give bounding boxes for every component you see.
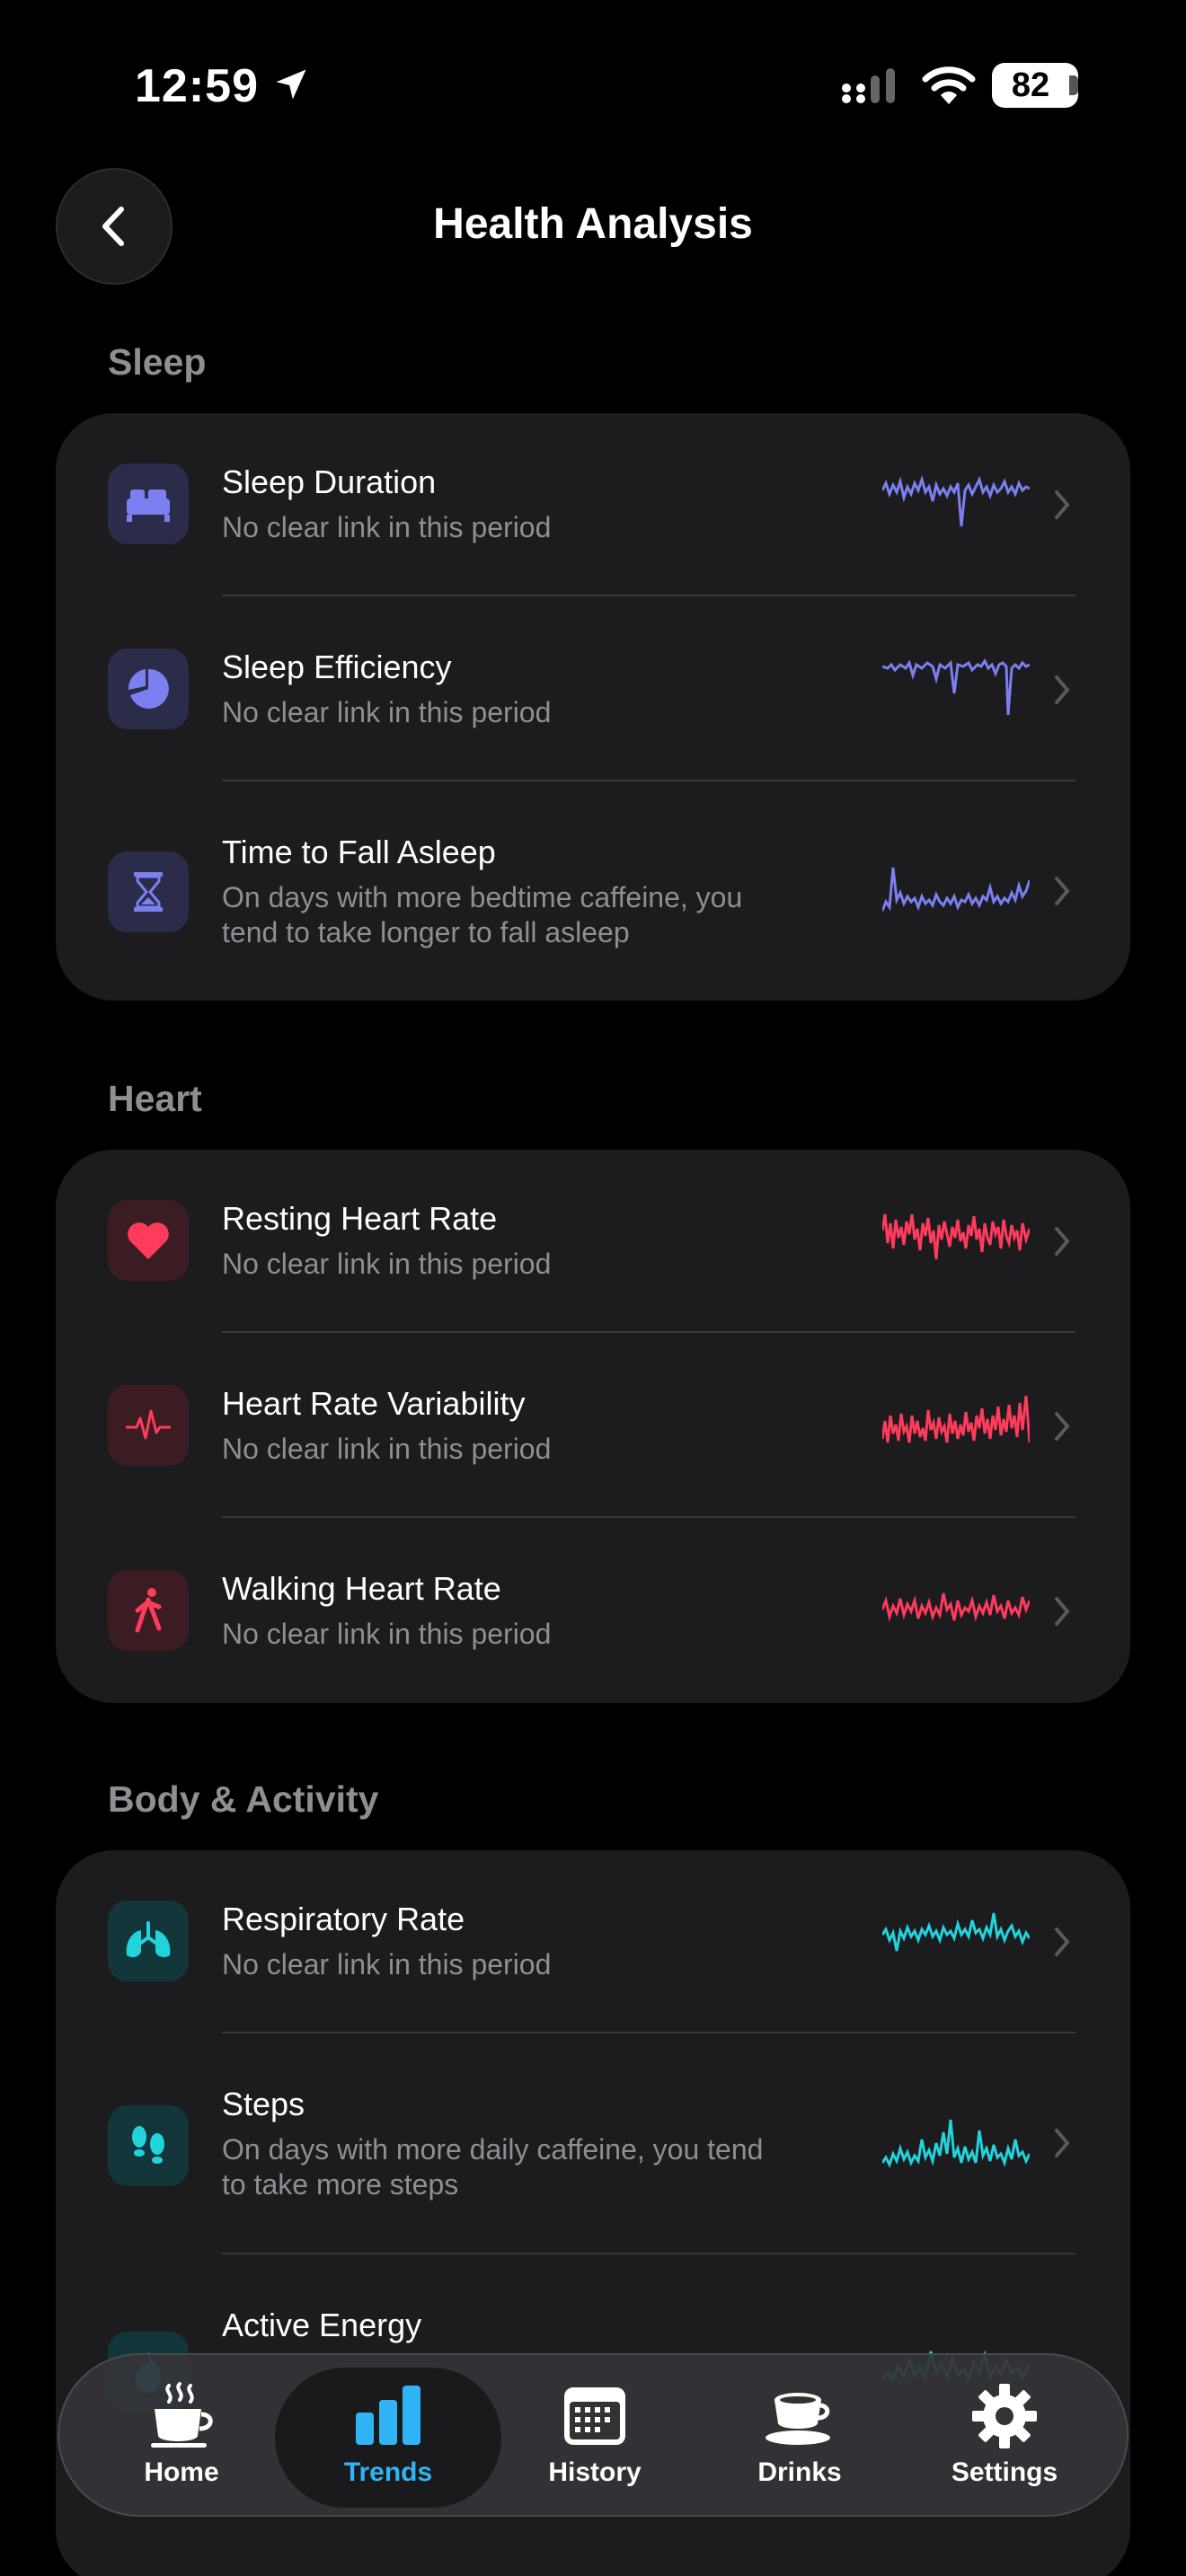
status-time: 12:59 — [135, 60, 259, 112]
battery-tip — [1069, 75, 1078, 95]
row-subtitle: No clear link in this period — [222, 511, 552, 543]
row-title: Heart Rate Variability — [222, 1385, 526, 1422]
row-title: Respiratory Rate — [222, 1901, 465, 1937]
sparkline-walking-heart-rate — [882, 1592, 1030, 1622]
pie-chart-icon — [108, 648, 189, 729]
cellular-signal-icon — [842, 68, 895, 103]
chevron-right-icon — [1055, 1597, 1070, 1626]
tab-label: History — [548, 2457, 642, 2487]
tab-label: Settings — [951, 2457, 1058, 2487]
chevron-right-icon — [1055, 2129, 1070, 2157]
row-subtitle: No clear link in this period — [222, 1948, 552, 1981]
wifi-icon — [922, 66, 976, 104]
tab-history[interactable]: History — [505, 2355, 685, 2519]
bar-chart-icon — [356, 2386, 420, 2445]
walking-icon — [108, 1570, 189, 1651]
tab-label: Drinks — [757, 2457, 842, 2487]
sparkline-sleep-efficiency — [882, 658, 1030, 716]
tab-home[interactable]: Home — [92, 2355, 271, 2519]
page-title: Health Analysis — [433, 200, 753, 248]
tab-trends[interactable]: Trends — [298, 2355, 478, 2519]
row-steps[interactable]: Steps On days with more daily caffeine, … — [56, 2033, 1130, 2254]
chevron-right-icon — [1055, 675, 1070, 704]
tab-settings[interactable]: Settings — [915, 2355, 1094, 2519]
row-title: Resting Heart Rate — [222, 1200, 498, 1237]
chevron-right-icon — [1055, 1928, 1070, 1956]
sparkline-respiratory-rate — [882, 1912, 1030, 1952]
row-time-to-fall-asleep[interactable]: Time to Fall Asleep On days with more be… — [56, 781, 1130, 1001]
gear-icon — [972, 2384, 1037, 2448]
status-bar: 12:59 82 — [0, 0, 1186, 171]
row-subtitle: No clear link in this period — [222, 696, 552, 728]
row-resting-heart-rate[interactable]: Resting Heart Rate No clear link in this… — [56, 1150, 1130, 1333]
row-subtitle: No clear link in this period — [222, 1618, 552, 1650]
sparkline-heart-rate-variability — [882, 1395, 1030, 1443]
sleep-card: Sleep Duration No clear link in this per… — [56, 413, 1130, 1001]
sparkline-steps — [882, 2119, 1030, 2168]
tab-drinks[interactable]: Drinks — [710, 2355, 890, 2519]
row-title: Sleep Efficiency — [222, 648, 452, 685]
row-subtitle: No clear link in this period — [222, 1433, 552, 1465]
lungs-icon — [108, 1901, 189, 1981]
cup-saucer-icon — [766, 2393, 830, 2445]
battery-level: 82 — [1011, 66, 1050, 104]
tab-bar: Home Trends History Drinks Settings — [58, 2353, 1128, 2517]
row-respiratory-rate[interactable]: Respiratory Rate No clear link in this p… — [56, 1850, 1130, 2033]
location-arrow-icon — [276, 69, 306, 100]
row-title: Walking Heart Rate — [222, 1570, 501, 1607]
waveform-icon — [108, 1385, 189, 1466]
row-subtitle: No clear link in this period — [222, 1248, 552, 1280]
sparkline-sleep-duration — [882, 474, 1030, 527]
row-subtitle: On days with more bedtime caffeine, you … — [222, 881, 743, 948]
row-sleep-duration[interactable]: Sleep Duration No clear link in this per… — [56, 413, 1130, 596]
bed-icon — [108, 463, 189, 544]
row-title: Active Energy — [222, 2307, 422, 2343]
heart-card: Resting Heart Rate No clear link in this… — [56, 1150, 1130, 1703]
chevron-right-icon — [1055, 877, 1070, 905]
sparkline-time-to-fall-asleep — [882, 867, 1030, 912]
chevron-right-icon — [1055, 1227, 1070, 1256]
footprints-icon — [108, 2105, 189, 2186]
row-subtitle: On days with more daily caffeine, you te… — [222, 2133, 764, 2201]
tab-label: Trends — [343, 2457, 433, 2487]
hourglass-icon — [108, 851, 189, 932]
coffee-cup-icon — [151, 2382, 213, 2448]
section-title-heart: Heart — [108, 1078, 202, 1119]
row-title: Sleep Duration — [222, 463, 437, 500]
section-title-body-activity: Body & Activity — [108, 1778, 379, 1820]
tab-label: Home — [144, 2457, 219, 2487]
row-title: Time to Fall Asleep — [222, 834, 496, 870]
row-sleep-efficiency[interactable]: Sleep Efficiency No clear link in this p… — [56, 596, 1130, 781]
sparkline-resting-heart-rate — [882, 1213, 1030, 1260]
row-heart-rate-variability[interactable]: Heart Rate Variability No clear link in … — [56, 1333, 1130, 1518]
calendar-icon — [564, 2387, 625, 2445]
chevron-right-icon — [1055, 1412, 1070, 1441]
section-title-sleep: Sleep — [108, 341, 207, 383]
chevron-right-icon — [1055, 490, 1070, 519]
row-title: Steps — [222, 2086, 305, 2122]
heart-icon — [108, 1200, 189, 1281]
row-walking-heart-rate[interactable]: Walking Heart Rate No clear link in this… — [56, 1518, 1130, 1703]
